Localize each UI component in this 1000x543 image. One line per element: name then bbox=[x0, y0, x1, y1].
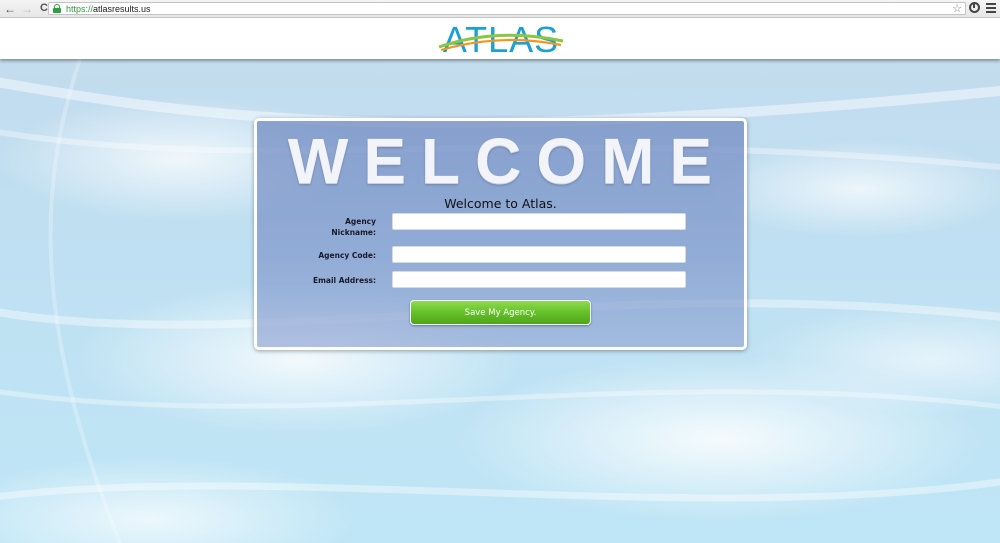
atlas-logo[interactable]: ATLAS bbox=[437, 21, 565, 55]
agency-nickname-label-line1: Agency bbox=[345, 217, 376, 226]
extension-icon[interactable] bbox=[969, 2, 980, 13]
site-header: ATLAS bbox=[0, 18, 1000, 59]
agency-nickname-input[interactable] bbox=[392, 213, 686, 230]
url-host: atlasresults.us bbox=[93, 3, 151, 14]
url-scheme: https:// bbox=[66, 3, 94, 14]
browser-toolbar: ← → C https://atlasresults.us ☆ bbox=[0, 0, 1000, 18]
welcome-subtitle: Welcome to Atlas. bbox=[444, 196, 557, 211]
agency-nickname-label-line2: Nickname: bbox=[331, 228, 376, 237]
back-arrow-icon[interactable]: ← bbox=[3, 2, 17, 16]
welcome-panel: WELCOME Welcome to Atlas. Agency Nicknam… bbox=[254, 118, 747, 350]
bookmark-star-icon[interactable]: ☆ bbox=[952, 2, 962, 15]
agency-code-label: Agency Code: bbox=[318, 251, 376, 260]
address-bar[interactable]: https://atlasresults.us ☆ bbox=[48, 2, 966, 15]
lock-icon bbox=[53, 4, 61, 13]
menu-icon[interactable] bbox=[986, 2, 996, 13]
agency-nickname-label: Agency Nickname: bbox=[276, 216, 376, 238]
email-address-input[interactable] bbox=[392, 271, 686, 288]
save-my-agency-button[interactable]: Save My Agency. bbox=[410, 300, 591, 325]
forward-arrow-icon[interactable]: → bbox=[20, 2, 34, 16]
agency-code-input[interactable] bbox=[392, 246, 686, 263]
email-address-label: Email Address: bbox=[312, 276, 376, 285]
welcome-banner: WELCOME bbox=[287, 125, 728, 197]
url-text: https://atlasresults.us bbox=[66, 4, 151, 14]
